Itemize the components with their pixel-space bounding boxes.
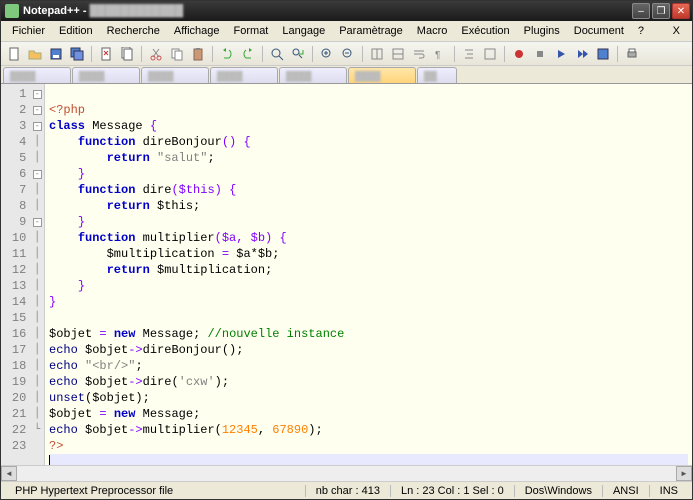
- record-macro-icon[interactable]: [510, 45, 528, 63]
- status-eol: Dos\Windows: [514, 485, 602, 497]
- code-editor[interactable]: <?php class Message { function direBonjo…: [45, 84, 692, 465]
- user-define-icon[interactable]: [481, 45, 499, 63]
- save-all-icon[interactable]: [68, 45, 86, 63]
- horizontal-scrollbar[interactable]: ◄ ►: [1, 465, 692, 481]
- scroll-left-button[interactable]: ◄: [1, 466, 17, 481]
- titlebar[interactable]: Notepad++ - ████████████ – ❐ ✕: [1, 1, 692, 21]
- scroll-track[interactable]: [17, 466, 676, 481]
- gutter: 1234567891011121314151617181920212223 - …: [1, 84, 45, 465]
- app-icon: [5, 4, 19, 18]
- line-numbers: 1234567891011121314151617181920212223: [1, 86, 30, 465]
- tab-5[interactable]: ████: [279, 67, 347, 83]
- close-button[interactable]: ✕: [672, 3, 690, 19]
- tab-1[interactable]: ████: [3, 67, 71, 83]
- new-file-icon[interactable]: [5, 45, 23, 63]
- cut-icon[interactable]: [147, 45, 165, 63]
- maximize-button[interactable]: ❐: [652, 3, 670, 19]
- tabstrip: ████ ████ ████ ████ ████ ████ ██: [1, 66, 692, 84]
- status-encoding: ANSI: [602, 485, 649, 497]
- tab-2[interactable]: ████: [72, 67, 140, 83]
- menu-langage[interactable]: Langage: [275, 23, 332, 39]
- menu-execution[interactable]: Exécution: [454, 23, 516, 39]
- menu-plugins[interactable]: Plugins: [517, 23, 567, 39]
- menu-help[interactable]: ?: [631, 23, 651, 39]
- copy-icon[interactable]: [168, 45, 186, 63]
- play-macro-icon[interactable]: [552, 45, 570, 63]
- close-all-icon[interactable]: [118, 45, 136, 63]
- zoom-in-icon[interactable]: [318, 45, 336, 63]
- paste-icon[interactable]: [189, 45, 207, 63]
- text-caret: [49, 455, 50, 465]
- svg-text:¶: ¶: [435, 50, 440, 61]
- menu-edition[interactable]: Edition: [52, 23, 100, 39]
- window-title: Notepad++ - ████████████: [23, 5, 632, 17]
- menubar: Fichier Edition Recherche Affichage Form…: [1, 21, 692, 42]
- scroll-right-button[interactable]: ►: [676, 466, 692, 481]
- find-icon[interactable]: [268, 45, 286, 63]
- toolbar: ¶: [1, 42, 692, 66]
- stop-macro-icon[interactable]: [531, 45, 549, 63]
- status-filetype: PHP Hypertext Preprocessor file: [5, 485, 305, 497]
- tab-4[interactable]: ████: [210, 67, 278, 83]
- tab-6-active[interactable]: ████: [348, 67, 416, 83]
- indent-guide-icon[interactable]: [460, 45, 478, 63]
- status-mode: INS: [649, 485, 688, 497]
- zoom-out-icon[interactable]: [339, 45, 357, 63]
- sync-h-icon[interactable]: [389, 45, 407, 63]
- menu-affichage[interactable]: Affichage: [167, 23, 227, 39]
- open-file-icon[interactable]: [26, 45, 44, 63]
- statusbar: PHP Hypertext Preprocessor file nb char …: [1, 481, 692, 499]
- print-icon[interactable]: [623, 45, 641, 63]
- undo-icon[interactable]: [218, 45, 236, 63]
- editor-area: 1234567891011121314151617181920212223 - …: [1, 84, 692, 465]
- tab-3[interactable]: ████: [141, 67, 209, 83]
- status-cursor: Ln : 23 Col : 1 Sel : 0: [390, 485, 514, 497]
- replace-icon[interactable]: [289, 45, 307, 63]
- status-nbchar: nb char : 413: [305, 485, 390, 497]
- redo-icon[interactable]: [239, 45, 257, 63]
- save-icon[interactable]: [47, 45, 65, 63]
- menu-fichier[interactable]: Fichier: [5, 23, 52, 39]
- menu-macro[interactable]: Macro: [410, 23, 455, 39]
- minimize-button[interactable]: –: [632, 3, 650, 19]
- menu-recherche[interactable]: Recherche: [100, 23, 167, 39]
- show-all-chars-icon[interactable]: ¶: [431, 45, 449, 63]
- wrap-icon[interactable]: [410, 45, 428, 63]
- close-file-icon[interactable]: [97, 45, 115, 63]
- fold-column[interactable]: - - - │ │ - │ │ - │ │ │ │ │ │ │ │ │ │ │ …: [30, 86, 44, 465]
- play-multi-icon[interactable]: [573, 45, 591, 63]
- menu-format[interactable]: Format: [227, 23, 276, 39]
- save-macro-icon[interactable]: [594, 45, 612, 63]
- mdi-close-button[interactable]: X: [665, 23, 688, 39]
- menu-parametrage[interactable]: Paramètrage: [332, 23, 410, 39]
- sync-v-icon[interactable]: [368, 45, 386, 63]
- menu-document[interactable]: Document: [567, 23, 631, 39]
- tab-7[interactable]: ██: [417, 67, 457, 83]
